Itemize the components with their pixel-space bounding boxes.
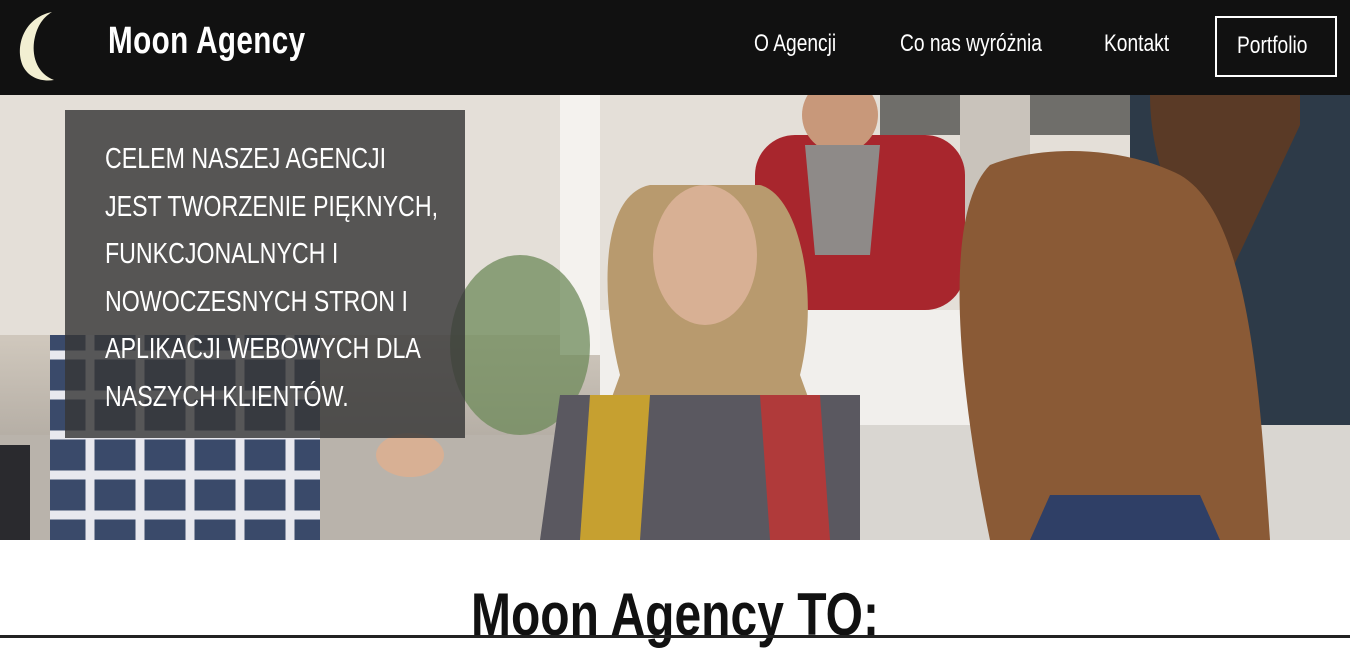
portfolio-button[interactable]: Portfolio (1215, 16, 1337, 77)
portfolio-button-label: Portfolio (1237, 32, 1308, 59)
navbar: Moon Agency O Agencji Co nas wyróżnia Ko… (0, 0, 1350, 95)
hero-tagline: CELEM NASZEJ AGENCJI JEST TWORZENIE PIĘK… (105, 143, 439, 413)
hero-section: CELEM NASZEJ AGENCJI JEST TWORZENIE PIĘK… (0, 95, 1350, 540)
section-title-text: Moon Agency TO: (471, 581, 879, 648)
nav-link-about[interactable]: O Agencji (754, 30, 836, 58)
hero-text-box: CELEM NASZEJ AGENCJI JEST TWORZENIE PIĘK… (65, 110, 465, 438)
crescent-moon-icon[interactable] (12, 10, 58, 82)
nav-link-features[interactable]: Co nas wyróżnia (900, 30, 1042, 58)
nav-link-contact[interactable]: Kontakt (1104, 30, 1169, 58)
brand-name[interactable]: Moon Agency (108, 20, 306, 63)
section-title: Moon Agency TO: (0, 580, 1350, 649)
